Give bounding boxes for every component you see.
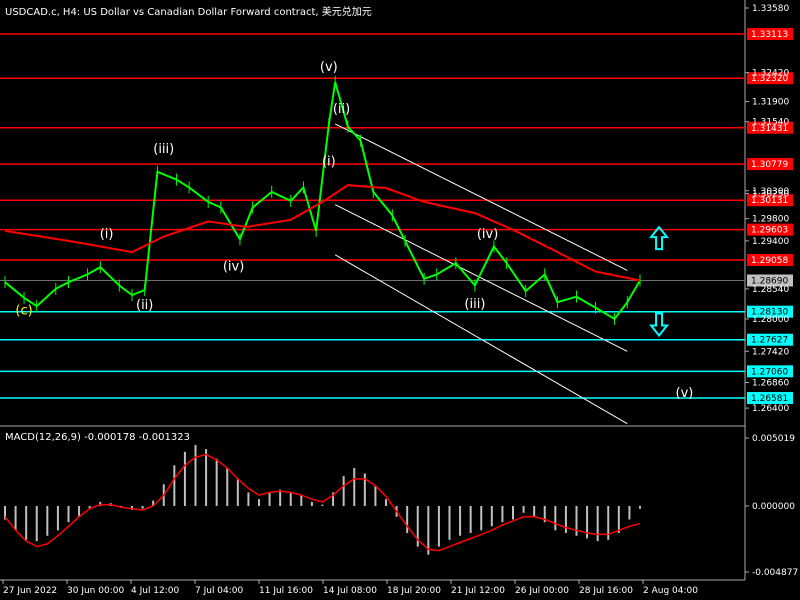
y-tick-label: 1.28540 <box>752 285 789 295</box>
x-tick-label: 4 Jul 12:00 <box>131 586 180 596</box>
chart-background <box>0 0 800 600</box>
wave-label: (v) <box>676 386 694 401</box>
y-tick-label: 1.33580 <box>752 4 789 14</box>
macd-tick-label: 0.005019 <box>752 434 795 444</box>
level-label: 1.29058 <box>751 256 788 266</box>
y-tick-label: 1.31900 <box>752 98 789 108</box>
x-tick-label: 27 Jun 2022 <box>3 586 57 596</box>
y-tick-label: 1.28000 <box>752 315 789 325</box>
level-label: 1.30779 <box>751 160 788 170</box>
chart-title: USDCAD.c, H4: US Dollar vs Canadian Doll… <box>5 7 372 18</box>
x-tick-label: 2 Aug 04:00 <box>643 586 698 596</box>
y-tick-label: 1.30250 <box>752 190 789 200</box>
level-label: 1.33113 <box>751 30 788 40</box>
x-tick-label: 18 Jul 20:00 <box>387 586 441 596</box>
y-tick-label: 1.32420 <box>752 69 789 79</box>
wave-label: (ii) <box>136 298 153 313</box>
wave-label: (ii) <box>333 102 350 117</box>
level-label: 1.27627 <box>751 336 788 346</box>
y-tick-label: 1.29400 <box>752 237 789 247</box>
wave-label: (v) <box>320 60 338 75</box>
wave-label: (iv) <box>477 227 498 242</box>
y-tick-label: 1.27420 <box>752 347 789 357</box>
x-tick-label: 14 Jul 08:00 <box>323 586 377 596</box>
wave-label: (iii) <box>464 297 485 312</box>
x-tick-label: 26 Jul 00:00 <box>515 586 569 596</box>
y-tick-label: 1.26400 <box>752 404 789 414</box>
y-tick-label: 1.29800 <box>752 215 789 225</box>
y-tick-label: 1.31540 <box>752 118 789 128</box>
macd-label: MACD(12,26,9) -0.000178 -0.001323 <box>5 432 190 443</box>
chart-canvas: 1.331131.323201.314311.307791.301311.296… <box>0 0 800 600</box>
wave-label: (c) <box>15 303 32 318</box>
x-tick-label: 28 Jul 16:00 <box>579 586 633 596</box>
level-label: 1.27060 <box>751 367 788 377</box>
x-tick-label: 30 Jun 00:00 <box>67 586 124 596</box>
wave-label: (iii) <box>153 142 174 157</box>
wave-label: (i) <box>322 155 336 170</box>
wave-label: (i) <box>100 227 114 242</box>
x-tick-label: 21 Jul 12:00 <box>451 586 505 596</box>
level-label: 1.26581 <box>751 394 788 404</box>
y-tick-label: 1.26860 <box>752 378 789 388</box>
x-tick-label: 7 Jul 04:00 <box>195 586 244 596</box>
x-tick-label: 11 Jul 16:00 <box>259 586 313 596</box>
macd-tick-label: 0.000000 <box>752 502 795 512</box>
macd-tick-label: -0.004877 <box>752 568 798 578</box>
wave-label: (iv) <box>223 259 244 274</box>
level-label: 1.29603 <box>751 226 788 236</box>
